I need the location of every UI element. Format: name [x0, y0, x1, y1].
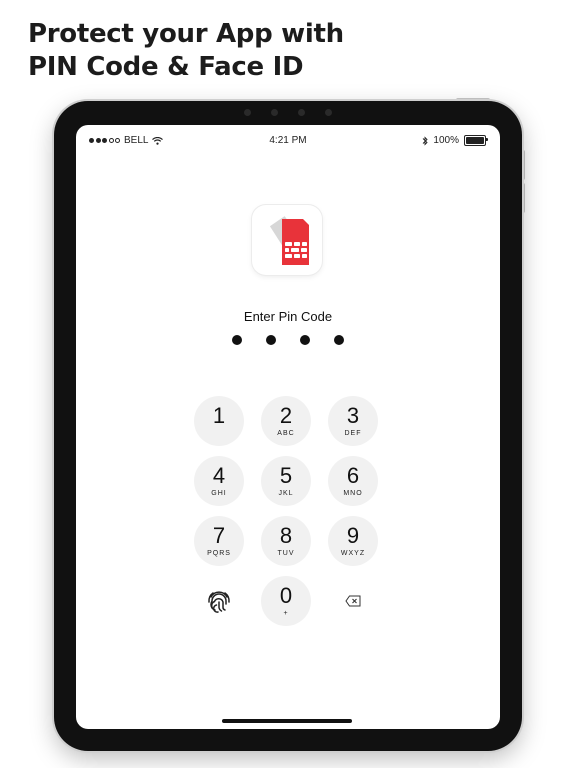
- delete-button[interactable]: [328, 576, 378, 626]
- delete-backspace-icon: [345, 595, 361, 607]
- fingerprint-icon: [208, 591, 230, 613]
- key-8[interactable]: 8 TUV: [261, 516, 311, 566]
- key-letters: DEF: [344, 429, 362, 437]
- key-digit: 9: [346, 522, 360, 548]
- key-letters: GHI: [211, 489, 227, 497]
- key-letters: JKL: [278, 489, 294, 497]
- key-9[interactable]: 9 WXYZ: [328, 516, 378, 566]
- headline: Protect your App with PIN Code & Face ID: [28, 18, 344, 84]
- sensor-dot: [325, 109, 332, 116]
- key-5[interactable]: 5 JKL: [261, 456, 311, 506]
- key-digit: 2: [279, 402, 293, 428]
- key-6[interactable]: 6 MNO: [328, 456, 378, 506]
- key-0[interactable]: 0 +: [261, 576, 311, 626]
- key-digit: 3: [346, 402, 360, 428]
- key-letters: PQRS: [207, 549, 231, 557]
- ipad-frame: BELL 4:21 PM 100% Enter Pin Code 1 2 ABC…: [54, 101, 522, 751]
- key-digit: 0: [279, 582, 293, 608]
- key-digit: 5: [279, 462, 293, 488]
- key-digit: 8: [279, 522, 293, 548]
- key-7[interactable]: 7 PQRS: [194, 516, 244, 566]
- home-indicator: [222, 719, 352, 723]
- headline-line-1: Protect your App with: [28, 19, 344, 49]
- sensor-dot: [298, 109, 305, 116]
- key-letters: TUV: [277, 549, 295, 557]
- key-1[interactable]: 1: [194, 396, 244, 446]
- key-letters: WXYZ: [340, 549, 366, 557]
- key-3[interactable]: 3 DEF: [328, 396, 378, 446]
- key-digit: 4: [212, 462, 226, 488]
- fingerprint-button[interactable]: [194, 576, 244, 626]
- camera-bar: [54, 109, 522, 117]
- key-4[interactable]: 4 GHI: [194, 456, 244, 506]
- key-letters: MNO: [343, 489, 363, 497]
- sensor-dot: [244, 109, 251, 116]
- key-digit: 1: [212, 402, 226, 428]
- key-digit: 7: [212, 522, 226, 548]
- key-2[interactable]: 2 ABC: [261, 396, 311, 446]
- screen: BELL 4:21 PM 100% Enter Pin Code 1 2 ABC…: [76, 125, 500, 729]
- key-letters: +: [283, 609, 289, 617]
- key-letters: ABC: [277, 429, 295, 437]
- headline-line-2: PIN Code & Face ID: [28, 52, 304, 82]
- key-digit: 6: [346, 462, 360, 488]
- keypad: 1 2 ABC 3 DEF 4 GHI 5 JKL 6 MNO 7 PQRS 8 TUV 9 WXYZ 0 +: [76, 125, 500, 729]
- camera-icon: [271, 109, 278, 116]
